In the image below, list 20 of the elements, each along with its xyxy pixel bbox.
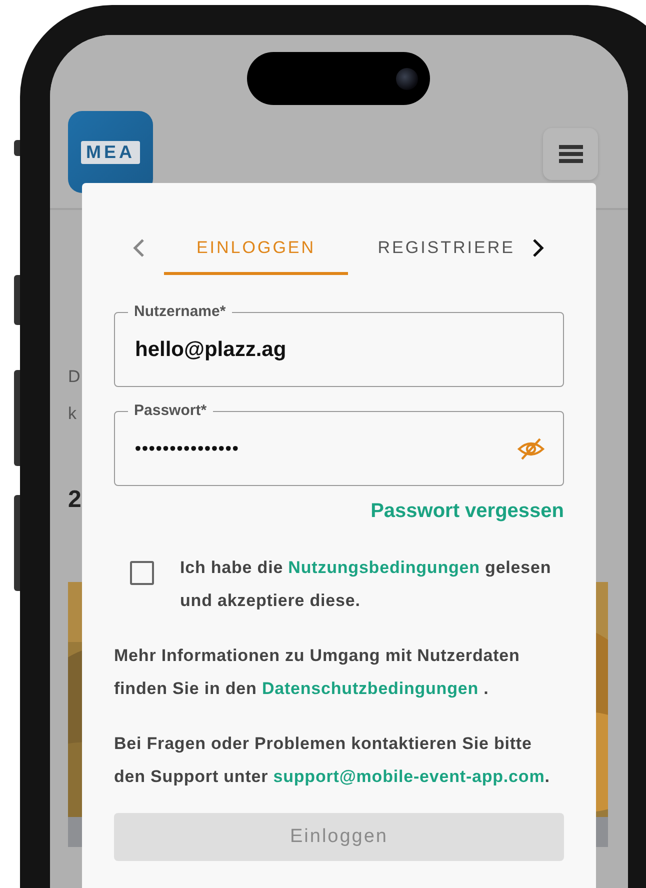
tab[interactable]: EINLOGGEN [164,183,348,275]
terms-link[interactable]: Nutzungsbedingungen [288,558,480,577]
page-text: k [68,405,76,422]
page-text: 2 [68,488,82,512]
privacy-text: Mehr Informationen zu Umgang mit Nutzerdaten finden Sie in den Datenschutzbedingungen . [114,645,521,700]
chevron-left-icon [133,238,145,258]
support-email-link[interactable]: support@mobile-event-app.com [273,767,545,786]
privacy-link[interactable]: Datenschutzbedingungen [262,679,479,698]
tab[interactable]: REGISTRIERE [348,183,515,275]
eye-off-icon[interactable] [517,436,545,460]
logo-text: MEA [81,140,140,164]
terms-text: Ich habe die Nutzungsbedingungen gelesen und akzeptiere diese. [180,557,552,612]
support-text: Bei Fragen oder Problemen kontaktieren Sie bitte den Support unter support@mobile-event-app.com. [114,733,551,788]
terms-checkbox[interactable] [130,561,154,585]
menu-icon [558,145,582,163]
camera-icon [396,68,418,90]
forgot-password-link[interactable]: Passwort vergessen [370,500,564,523]
chevron-right-icon [532,238,544,258]
page-text: D [68,368,80,385]
menu-button[interactable] [543,128,598,180]
